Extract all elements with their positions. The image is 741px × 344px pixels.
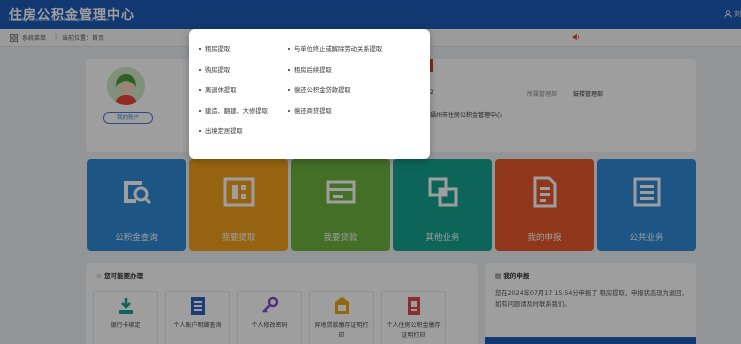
menu-item-retirement-withdraw[interactable]: 离退休提取 xyxy=(199,85,236,94)
menu-item-terminate-contract-withdraw[interactable]: 与单位终止或解除劳动关系提取 xyxy=(288,44,382,53)
menu-item-purchase-withdraw[interactable]: 购房提取 xyxy=(199,65,230,74)
menu-item-build-repair-withdraw[interactable]: 建造、翻建、大修提取 xyxy=(199,106,268,115)
menu-item-rent-withdraw[interactable]: 租房提取 xyxy=(199,44,230,53)
withdraw-menu: 租房提取 购房提取 离退休提取 建造、翻建、大修提取 出境定居提取 与单位终止或… xyxy=(189,29,430,159)
menu-item-repay-commercial-loan-withdraw[interactable]: 偿还商贷提取 xyxy=(288,106,332,115)
menu-item-rent-followup-withdraw[interactable]: 租房后续提取 xyxy=(288,65,332,74)
menu-item-emigrate-withdraw[interactable]: 出境定居提取 xyxy=(199,126,243,135)
menu-item-repay-fund-loan-withdraw[interactable]: 偿还公积金贷款提取 xyxy=(288,85,351,94)
